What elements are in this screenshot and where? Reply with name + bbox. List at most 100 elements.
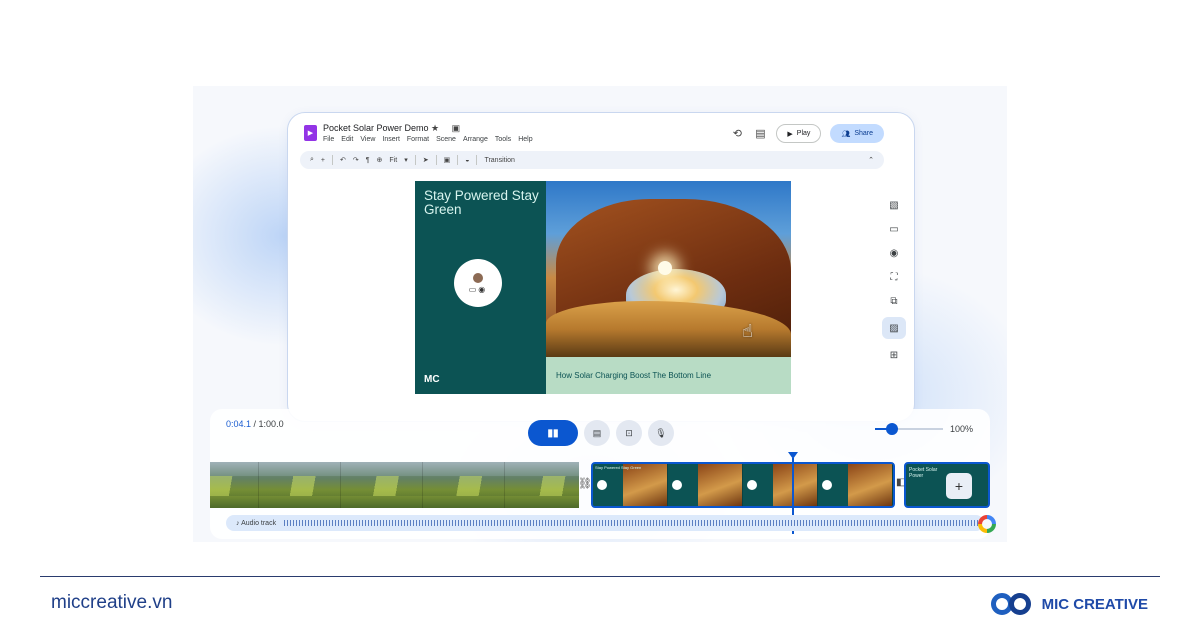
slide-logo: MC [424, 374, 440, 385]
menu-help[interactable]: Help [518, 136, 532, 143]
text-box-icon[interactable]: ▣ [444, 156, 451, 164]
history-icon[interactable]: ⟲ [730, 127, 744, 140]
frame-photo [697, 464, 742, 506]
audio-track-text: Audio track [241, 519, 277, 527]
transition-button[interactable]: Transition [484, 157, 514, 164]
toolbar: ⌕ + ↶ ↷ ¶ ⊕ Fit ▾ ➤ ▣ ◒ Transition ⌃ [300, 151, 884, 169]
menu-format[interactable]: Format [407, 136, 429, 143]
frame-divider [340, 462, 341, 508]
link-icon[interactable]: ⛓︎ [578, 477, 592, 490]
add-scene-button[interactable]: + [946, 473, 972, 499]
logo-ring [1008, 593, 1031, 615]
brand-name: MIC CREATIVE [1041, 595, 1148, 613]
slide-caption[interactable]: How Solar Charging Boost The Bottom Line [546, 357, 791, 394]
menu-insert[interactable]: Insert [382, 136, 400, 143]
menu-scene[interactable]: Scene [436, 136, 456, 143]
brand-logo: MIC CREATIVE [989, 589, 1148, 619]
chevron-up-icon[interactable]: ⌃ [868, 156, 874, 164]
frame-left [818, 464, 848, 506]
frame-avatar [672, 480, 682, 490]
people-icon: 👥︎ [841, 130, 851, 138]
chevron-down-icon[interactable]: ▾ [404, 156, 408, 164]
timeline-zoom-slider[interactable] [875, 423, 943, 435]
clip-landscape[interactable] [210, 462, 579, 508]
divider [435, 155, 437, 165]
total-time: / 1:00.0 [253, 419, 284, 429]
menu-tools[interactable]: Tools [495, 136, 511, 143]
play-button[interactable]: ▶ Play [776, 124, 822, 143]
voiceover-mic-button[interactable]: 🎙︎ [648, 420, 674, 446]
redo-icon[interactable]: ↷ [353, 156, 359, 164]
undo-icon[interactable]: ↶ [340, 156, 346, 164]
divider [414, 155, 416, 165]
slide-canvas[interactable]: Stay Powered Stay Green ▭◉ MC ☝︎ How Sol… [415, 181, 791, 394]
slide-title[interactable]: Stay Powered Stay Green [424, 189, 544, 217]
presenter-avatar[interactable]: ▭◉ [454, 259, 502, 307]
frame-photo [622, 464, 667, 506]
shapes-icon[interactable]: ⧉ [883, 293, 905, 309]
frame-left [593, 464, 623, 506]
time-readout: 0:04.1 / 1:00.0 [226, 419, 284, 429]
vids-app-icon[interactable]: ▶ [304, 125, 317, 141]
share-label: Share [854, 130, 873, 137]
current-time: 0:04.1 [226, 419, 252, 429]
add-icon[interactable]: + [321, 157, 325, 164]
scenes-icon[interactable]: ▧ [883, 197, 905, 213]
clip-frame [743, 464, 818, 506]
clip-pocket-solar[interactable]: Pocket Solar Power + [904, 462, 990, 508]
website-url[interactable]: miccreative.vn [51, 592, 172, 614]
record-icon[interactable]: ◉ [883, 245, 905, 261]
clip-solar-slide[interactable]: Stay Powered Stay Green [591, 462, 895, 508]
image-icon[interactable]: ▨ [882, 317, 906, 339]
clip-title: Pocket Solar Power [909, 467, 938, 479]
menu-edit[interactable]: Edit [341, 136, 353, 143]
audio-track[interactable]: ♪ Audio track [226, 515, 984, 531]
avatar-face [473, 272, 483, 283]
folder-icon[interactable]: ▭ [883, 221, 905, 237]
menu-file[interactable]: File [323, 136, 334, 143]
hand-cursor-icon: ☝︎ [742, 321, 753, 341]
frame-divider [504, 462, 505, 508]
frame-left [668, 464, 698, 506]
document-title[interactable]: Pocket Solar Power Demo [323, 123, 429, 133]
mic-logo-icon [989, 589, 1035, 619]
clip-hills [210, 476, 579, 496]
star-folder-icons[interactable]: ★ ▣ [431, 123, 465, 134]
fill-color-icon[interactable]: ◒ [465, 157, 469, 164]
pointer-icon[interactable]: ➤ [423, 156, 429, 164]
clip-frame [668, 464, 743, 506]
playback-controls: ▮▮ ▤ ⊡ 🎙︎ [528, 420, 674, 446]
clip-frame [818, 464, 893, 506]
menu-arrange[interactable]: Arrange [463, 136, 488, 143]
paint-format-icon[interactable]: ¶ [366, 157, 370, 164]
audio-track-label: ♪ Audio track [236, 519, 277, 527]
zoom-icon[interactable]: ⊕ [377, 156, 383, 164]
app-window: ▶ Pocket Solar Power Demo ★ ▣ File Edit … [287, 112, 915, 422]
zoom-label: 100% [950, 424, 974, 434]
media-add-icon[interactable]: ⊞ [883, 347, 905, 363]
zoom-knob[interactable] [886, 423, 898, 435]
frame-left [743, 464, 773, 506]
slide-left-panel: Stay Powered Stay Green ▭◉ MC [415, 181, 546, 394]
arch-photo[interactable]: ☝︎ [546, 181, 791, 357]
frame-avatar [597, 480, 607, 490]
play-icon: ▶ [787, 130, 793, 138]
search-icon[interactable]: ⌕ [310, 156, 314, 164]
templates-icon[interactable]: ⛶ [883, 269, 905, 285]
share-button[interactable]: 👥︎ Share [830, 124, 884, 143]
play-label: Play [796, 130, 811, 137]
menu-view[interactable]: View [360, 136, 375, 143]
divider [457, 155, 459, 165]
captions-button[interactable]: ▤ [584, 420, 610, 446]
menu-bar: File Edit View Insert Format Scene Arran… [323, 136, 533, 143]
comment-icon[interactable]: ▤ [753, 127, 767, 140]
top-right-actions: ⟲ ▤ ▶ Play 👥︎ Share [730, 124, 884, 143]
clip-thumb-title: Stay Powered Stay Green [595, 465, 642, 470]
zoom-select[interactable]: Fit [389, 157, 397, 164]
camera-record-icons: ▭◉ [468, 284, 488, 294]
pause-button[interactable]: ▮▮ [528, 420, 578, 446]
split-button[interactable]: ⊡ [616, 420, 642, 446]
sun [658, 261, 672, 275]
frame-photo [847, 464, 892, 506]
divider [332, 155, 334, 165]
